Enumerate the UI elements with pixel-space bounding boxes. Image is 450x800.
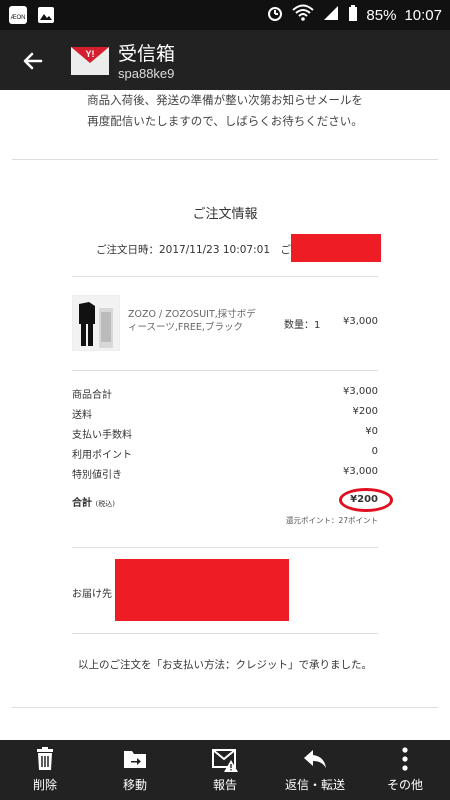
reward-points: 還元ポイント：27ポイント xyxy=(285,516,378,525)
product-name[interactable]: ZOZO / ZOZOSUIT,採寸ボディースーツ,FREE,ブラック xyxy=(128,308,258,334)
bottom-toolbar: 削除 移動 報告 返信・転送 その他 xyxy=(0,740,450,800)
back-button[interactable] xyxy=(18,46,48,76)
reply-icon xyxy=(304,750,326,768)
signal-icon xyxy=(322,4,340,26)
payment-method-text: 以上のご注文を「お支払い方法：クレジット」で承りました。 xyxy=(78,659,372,671)
more-button[interactable]: その他 xyxy=(360,740,450,800)
svg-text:Y!: Y! xyxy=(86,49,95,59)
status-bar: ÆON 85% 10:07 xyxy=(0,0,450,30)
more-vertical-icon xyxy=(402,747,408,771)
divider xyxy=(72,370,378,371)
image-icon xyxy=(36,5,56,25)
section-title: ご注文情報 xyxy=(192,207,258,222)
product-image[interactable] xyxy=(72,295,120,351)
divider xyxy=(12,159,438,160)
reply-forward-button[interactable]: 返信・転送 xyxy=(270,740,360,800)
alarm-icon xyxy=(266,4,284,26)
product-price: ¥3,000 xyxy=(343,316,378,327)
wifi-icon xyxy=(292,4,315,26)
redacted-shipping-address xyxy=(115,559,289,621)
divider xyxy=(72,276,378,277)
battery-percent: 85% xyxy=(366,6,397,24)
arrow-left-icon xyxy=(23,52,43,70)
folder-move-icon xyxy=(124,751,146,768)
red-circle-annotation xyxy=(339,488,393,512)
total-row: 合計 (税込) ¥200 xyxy=(72,494,378,509)
report-mail-icon xyxy=(212,749,238,772)
move-button[interactable]: 移動 xyxy=(90,740,180,800)
battery-icon xyxy=(348,4,358,26)
notice-text: 商品入荷後、発送の準備が整い次第お知らせメールを 再度配信いたしますので、しばら… xyxy=(87,93,363,128)
clock: 10:07 xyxy=(404,6,442,24)
divider xyxy=(12,707,438,708)
account-name: spa88ke9 xyxy=(118,66,175,81)
shipping-label: お届け先 xyxy=(72,589,112,600)
divider xyxy=(72,547,378,548)
aeon-app-icon: ÆON xyxy=(8,5,28,25)
mailbox-title: 受信箱 xyxy=(118,43,176,65)
app-bar: Y! 受信箱 spa88ke9 xyxy=(0,30,450,90)
product-quantity: 数量：1 xyxy=(284,320,321,331)
delete-button[interactable]: 削除 xyxy=(0,740,90,800)
divider xyxy=(72,633,378,634)
email-body[interactable]: 商品入荷後、発送の準備が整い次第お知らせメールを 再度配信いたしますので、しばら… xyxy=(0,90,450,740)
trash-icon xyxy=(37,747,53,770)
svg-text:ÆON: ÆON xyxy=(11,15,26,21)
redacted-order-number xyxy=(291,234,381,262)
yahoo-mail-logo: Y! xyxy=(70,43,110,77)
report-button[interactable]: 報告 xyxy=(180,740,270,800)
